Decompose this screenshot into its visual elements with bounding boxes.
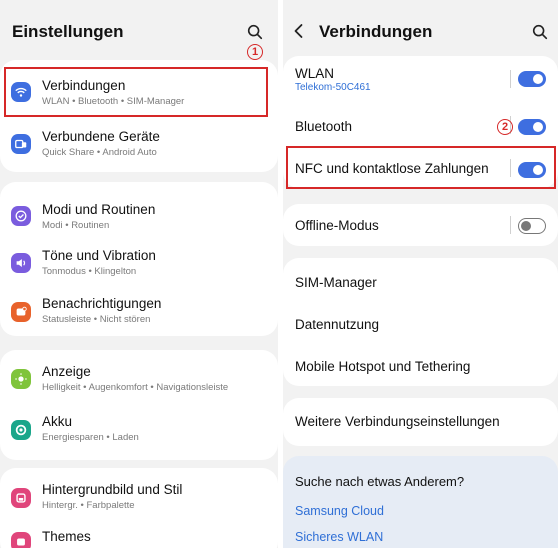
suggestion-card: Suche nach etwas Anderem? Samsung Cloud … bbox=[283, 456, 558, 548]
divider bbox=[510, 70, 511, 88]
settings-panel: Einstellungen 1 Verbindungen WLAN • Blue… bbox=[0, 0, 278, 548]
settings-item-hintergrundbild[interactable]: Hintergrundbild und Stil Hintergr. • Far… bbox=[0, 472, 278, 520]
item-title: Akku bbox=[42, 414, 73, 429]
wlan-row[interactable]: WLAN Telekom-50C461 bbox=[283, 56, 558, 100]
item-subtitle: Modi • Routinen bbox=[42, 220, 110, 231]
check-circle-icon bbox=[11, 206, 31, 226]
link-sicheres-wlan[interactable]: Sicheres WLAN bbox=[295, 530, 383, 544]
page-title: Einstellungen bbox=[12, 22, 124, 41]
wlan-label: WLAN bbox=[295, 66, 335, 81]
highlight-box bbox=[4, 67, 268, 117]
sim-manager-row[interactable]: SIM-Manager bbox=[283, 264, 558, 302]
item-title: Anzeige bbox=[42, 364, 91, 379]
offline-toggle[interactable] bbox=[518, 218, 546, 234]
chevron-left-icon[interactable] bbox=[292, 23, 306, 39]
more-settings-group: Weitere Verbindungseinstellungen bbox=[283, 398, 558, 446]
connections-header: Verbindungen bbox=[283, 0, 558, 60]
settings-item-anzeige[interactable]: Anzeige Helligkeit • Augenkomfort • Navi… bbox=[0, 354, 278, 404]
data-usage-label: Datennutzung bbox=[295, 317, 380, 332]
item-title: Themes bbox=[42, 529, 91, 544]
settings-item-themes[interactable]: Themes bbox=[0, 522, 278, 548]
settings-header: Einstellungen bbox=[0, 0, 278, 60]
link-samsung-cloud[interactable]: Samsung Cloud bbox=[295, 504, 384, 518]
item-subtitle: Hintergr. • Farbpalette bbox=[42, 500, 135, 511]
settings-item-modi-routinen[interactable]: Modi und Routinen Modi • Routinen bbox=[0, 190, 278, 238]
notification-icon bbox=[11, 302, 31, 322]
item-subtitle: Helligkeit • Augenkomfort • Navigationsl… bbox=[42, 382, 229, 393]
speaker-icon bbox=[11, 253, 31, 273]
bluetooth-row[interactable]: Bluetooth bbox=[283, 104, 558, 146]
settings-group-modes: Modi und Routinen Modi • Routinen Töne u… bbox=[0, 182, 278, 336]
item-title: Hintergrundbild und Stil bbox=[42, 482, 183, 497]
wlan-network-name: Telekom-50C461 bbox=[295, 82, 371, 93]
offline-label: Offline-Modus bbox=[295, 218, 379, 233]
settings-group-display: Anzeige Helligkeit • Augenkomfort • Navi… bbox=[0, 350, 278, 460]
item-subtitle: Statusleiste • Nicht stören bbox=[42, 314, 151, 325]
page-title: Verbindungen bbox=[319, 22, 433, 41]
divider bbox=[510, 216, 511, 234]
settings-group-style: Hintergrundbild und Stil Hintergr. • Far… bbox=[0, 468, 278, 548]
suggestion-title: Suche nach etwas Anderem? bbox=[295, 474, 465, 489]
connections-list-group: SIM-Manager Datennutzung Mobile Hotspot … bbox=[283, 258, 558, 386]
settings-item-verbundene-geraete[interactable]: Verbundene Geräte Quick Share • Android … bbox=[0, 120, 278, 168]
data-usage-row[interactable]: Datennutzung bbox=[283, 306, 558, 344]
sun-icon bbox=[11, 369, 31, 389]
highlight-box bbox=[286, 146, 556, 189]
offline-group: Offline-Modus bbox=[283, 204, 558, 246]
item-title: Modi und Routinen bbox=[42, 202, 156, 217]
connections-panel: Verbindungen WLAN Telekom-50C461 Bluetoo… bbox=[283, 0, 558, 548]
hotspot-row[interactable]: Mobile Hotspot und Tethering bbox=[283, 348, 558, 386]
search-icon[interactable] bbox=[246, 23, 264, 41]
settings-item-benachrichtigungen[interactable]: Benachrichtigungen Statusleiste • Nicht … bbox=[0, 288, 278, 336]
wlan-toggle[interactable] bbox=[518, 71, 546, 87]
devices-icon bbox=[11, 134, 31, 154]
annotation-marker-2: 2 bbox=[497, 119, 513, 135]
item-title: Verbundene Geräte bbox=[42, 129, 160, 144]
search-icon[interactable] bbox=[531, 23, 549, 41]
item-subtitle: Quick Share • Android Auto bbox=[42, 147, 157, 158]
hotspot-label: Mobile Hotspot und Tethering bbox=[295, 359, 471, 374]
item-subtitle: Energiesparen • Laden bbox=[42, 432, 139, 443]
bluetooth-toggle[interactable] bbox=[518, 119, 546, 135]
palette-icon bbox=[11, 488, 31, 508]
more-settings-row[interactable]: Weitere Verbindungseinstellungen bbox=[283, 398, 558, 446]
annotation-marker-1: 1 bbox=[247, 44, 263, 60]
settings-item-toene-vibration[interactable]: Töne und Vibration Tonmodus • Klingelton bbox=[0, 240, 278, 288]
item-title: Töne und Vibration bbox=[42, 248, 156, 263]
item-title: Benachrichtigungen bbox=[42, 296, 162, 311]
item-subtitle: Tonmodus • Klingelton bbox=[42, 266, 137, 277]
settings-item-akku[interactable]: Akku Energiesparen • Laden bbox=[0, 406, 278, 456]
themes-icon bbox=[11, 532, 31, 548]
offline-row[interactable]: Offline-Modus bbox=[283, 204, 558, 246]
battery-icon bbox=[11, 420, 31, 440]
more-settings-label: Weitere Verbindungseinstellungen bbox=[295, 414, 500, 429]
sim-manager-label: SIM-Manager bbox=[295, 275, 377, 290]
bluetooth-label: Bluetooth bbox=[295, 119, 353, 134]
